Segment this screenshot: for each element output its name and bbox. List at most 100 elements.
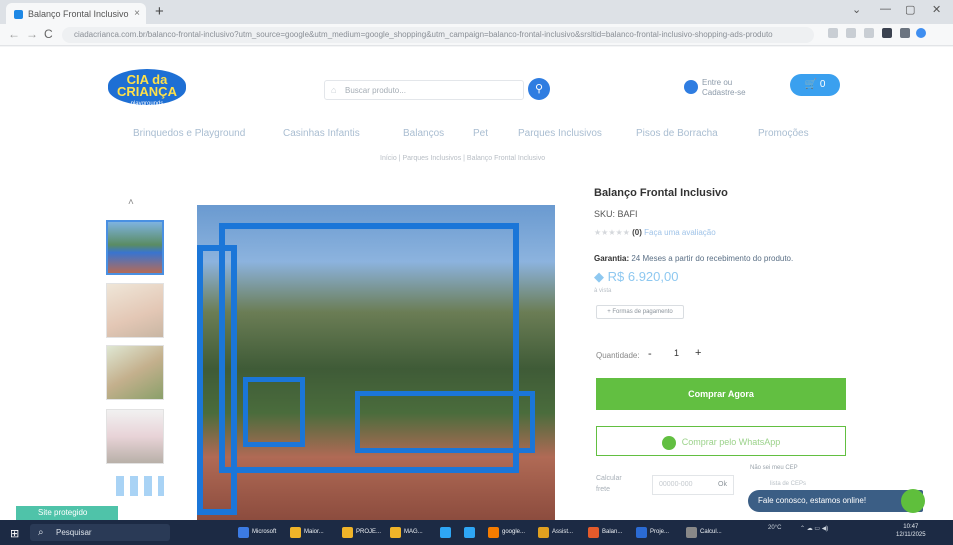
extension-icon[interactable] xyxy=(846,28,856,38)
cep-list-link[interactable]: lista de CEPs xyxy=(770,481,806,487)
system-tray-icons[interactable]: ⌃ ☁ ▭ ◀) xyxy=(800,525,828,532)
search-icon: ⚲ xyxy=(534,83,544,95)
taskbar-app-button[interactable]: google... xyxy=(488,524,534,541)
warranty-text: 24 Meses a partir do recebimento do prod… xyxy=(631,254,794,263)
cart-count: 0 xyxy=(819,79,826,90)
chat-icon[interactable] xyxy=(901,489,925,513)
taskbar-app-button[interactable]: PROJE... xyxy=(342,524,388,541)
cep-input[interactable]: 00000-000 Ok xyxy=(652,475,734,495)
bookmark-icon[interactable] xyxy=(864,28,874,38)
site-logo[interactable]: CIA da CRIANÇA playgrounds xyxy=(108,69,186,107)
menu-item-promocoes[interactable]: Promoções xyxy=(758,128,809,139)
taskbar-app-button[interactable]: Assist... xyxy=(538,524,584,541)
taskbar: ⊞ ⌕ Pesquisar Microsoft Maior... PROJE... M… xyxy=(0,520,953,545)
app-icon xyxy=(440,527,451,538)
app-label: Proje... xyxy=(650,529,670,535)
maximize-button[interactable]: ▢ xyxy=(905,3,915,16)
taskbar-app-button[interactable] xyxy=(440,524,460,541)
url-input[interactable]: ciadacrianca.com.br/balanco-frontal-incl… xyxy=(62,27,814,43)
extension-icon[interactable] xyxy=(882,28,892,38)
close-window-button[interactable]: ✕ xyxy=(932,3,941,16)
extension-icon[interactable] xyxy=(828,28,838,38)
start-icon[interactable]: ⊞ xyxy=(10,527,19,540)
browser-tabbar: Balanço Frontal Inclusivo × + ⌄ — ▢ ✕ xyxy=(0,0,953,24)
quantity-input[interactable]: 1 xyxy=(674,348,679,358)
app-icon xyxy=(686,527,697,538)
buy-now-button[interactable]: Comprar Agora xyxy=(596,378,846,410)
clock-date: 12/11/2025 xyxy=(896,532,926,538)
weather-widget[interactable]: 20°C xyxy=(768,525,781,531)
app-label: PROJE... xyxy=(356,529,382,535)
favicon-icon xyxy=(14,10,23,19)
app-label: Calcul... xyxy=(700,529,722,535)
product-thumbnail[interactable] xyxy=(106,409,164,464)
product-thumbnail[interactable] xyxy=(106,283,164,338)
app-icon xyxy=(488,527,499,538)
login-line2: Cadastre-se xyxy=(702,88,746,97)
taskbar-app-button[interactable]: Microsoft xyxy=(238,524,284,541)
security-badge[interactable]: Site protegido xyxy=(16,506,118,520)
logo-line2: CRIANÇA xyxy=(117,84,177,99)
swing-post-shape xyxy=(197,245,237,515)
system-clock[interactable]: 10:47 12/11/2025 xyxy=(896,523,926,539)
quantity-decrease-button[interactable]: - xyxy=(648,348,652,360)
app-icon xyxy=(238,527,249,538)
app-label: Assist... xyxy=(552,529,574,535)
price-note: à vista xyxy=(594,288,612,294)
app-icon xyxy=(588,527,599,538)
menu-item-brinquedos[interactable]: Brinquedos e Playground xyxy=(133,128,245,139)
whatsapp-buy-button[interactable]: Comprar pelo WhatsApp xyxy=(596,426,846,456)
taskbar-app-button[interactable]: MAG... xyxy=(390,524,436,541)
minimize-button[interactable]: — xyxy=(880,3,891,15)
breadcrumb[interactable]: Início | Parques Inclusivos | Balanço Fr… xyxy=(380,155,545,162)
menu-item-pisos[interactable]: Pisos de Borracha xyxy=(636,128,718,139)
stars-icon: ★★★★★ xyxy=(594,228,630,237)
swing-chair-shape xyxy=(243,377,305,447)
tab-title: Balanço Frontal Inclusivo xyxy=(28,9,129,19)
back-button[interactable]: ← xyxy=(8,27,20,41)
tab-list-icon[interactable]: ⌄ xyxy=(852,3,861,16)
address-bar-row: ← → C ciadacrianca.com.br/balanco-fronta… xyxy=(0,24,953,46)
search-button[interactable]: ⚲ xyxy=(528,78,550,100)
search-input[interactable]: ⌂ Buscar produto... xyxy=(324,80,524,100)
not-know-cep-link[interactable]: Não sei meu CEP xyxy=(750,465,798,471)
menu-item-balancos[interactable]: Balanços xyxy=(403,128,444,139)
swing-seat-shape xyxy=(355,391,535,453)
menu-item-casinhas[interactable]: Casinhas Infantis xyxy=(283,128,360,139)
chat-widget[interactable]: Fale conosco, estamos online! xyxy=(748,489,925,513)
profile-avatar[interactable] xyxy=(916,28,926,38)
taskbar-app-button[interactable] xyxy=(464,524,484,541)
payment-options-button[interactable]: + Formas de pagamento xyxy=(596,305,684,319)
taskbar-app-button[interactable]: Proje... xyxy=(636,524,682,541)
new-tab-button[interactable]: + xyxy=(155,3,164,20)
thumbs-up-arrow-icon[interactable]: ˄ xyxy=(128,197,134,208)
product-title: Balanço Frontal Inclusivo xyxy=(594,187,728,199)
freight-line1: Calcular xyxy=(596,475,622,482)
taskbar-search[interactable]: ⌕ Pesquisar xyxy=(30,524,170,541)
taskbar-app-button[interactable]: Maior... xyxy=(290,524,336,541)
taskbar-app-button[interactable]: Calcul... xyxy=(686,524,732,541)
product-thumbnail[interactable] xyxy=(106,345,164,400)
thumbnail-more[interactable] xyxy=(116,476,164,496)
product-sku: SKU: BAFI xyxy=(594,209,638,219)
product-rating: ★★★★★ (0) Faça uma avaliação xyxy=(594,228,716,237)
tab-close-icon[interactable]: × xyxy=(134,8,140,19)
taskbar-app-button[interactable]: Balan... xyxy=(588,524,634,541)
browser-tab[interactable]: Balanço Frontal Inclusivo × xyxy=(6,3,146,24)
freight-line2: frete xyxy=(596,486,611,493)
product-thumbnail[interactable] xyxy=(106,220,164,275)
product-main-image[interactable] xyxy=(197,205,555,520)
quantity-label: Quantidade: xyxy=(596,351,640,360)
cart-button[interactable]: 🛒 0 xyxy=(790,74,840,96)
reload-button[interactable]: C xyxy=(44,27,53,41)
sidebar-icon[interactable] xyxy=(900,28,910,38)
quantity-increase-button[interactable]: + xyxy=(695,347,701,359)
review-link[interactable]: Faça uma avaliação xyxy=(644,228,716,237)
menu-item-parques[interactable]: Parques Inclusivos xyxy=(518,128,602,139)
search-field-icon: ⌂ xyxy=(331,85,337,95)
login-line1: Entre ou xyxy=(702,78,733,87)
forward-button[interactable]: → xyxy=(26,27,38,41)
menu-item-pet[interactable]: Pet xyxy=(473,128,488,139)
cep-ok-button[interactable]: Ok xyxy=(718,481,727,488)
search-placeholder: Buscar produto... xyxy=(345,86,406,95)
